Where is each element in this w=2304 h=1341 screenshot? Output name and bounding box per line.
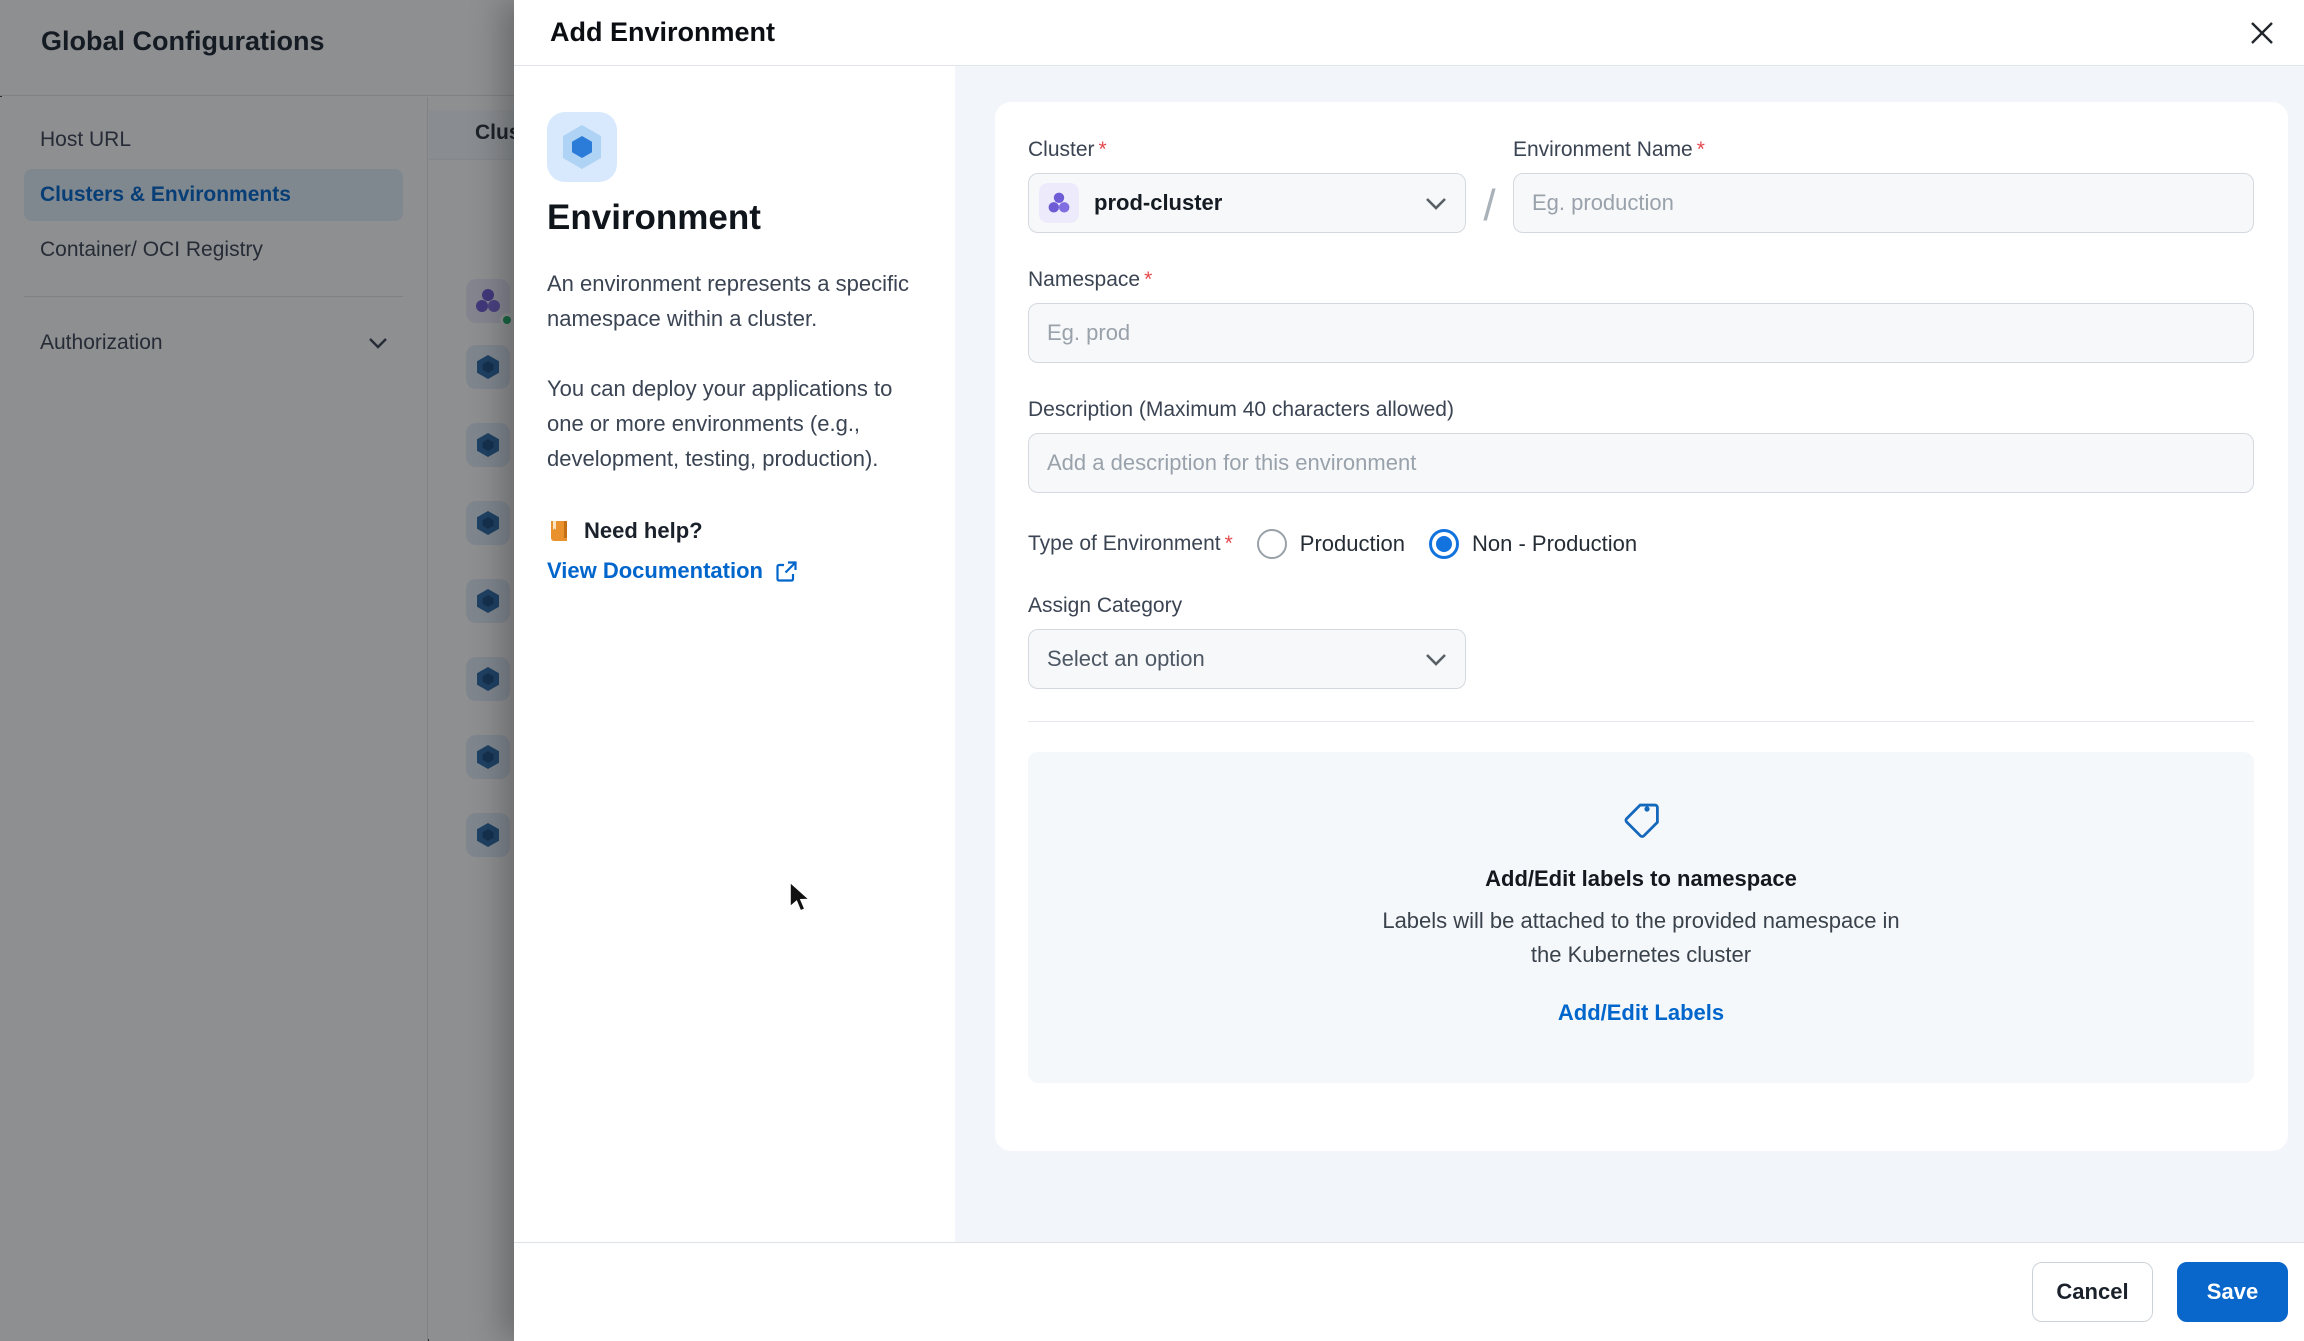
close-icon [2248, 19, 2276, 47]
labels-box-title: Add/Edit labels to namespace [1485, 866, 1797, 892]
need-help-row: Need help? [547, 518, 917, 544]
description-input[interactable] [1028, 433, 2254, 493]
cancel-button[interactable]: Cancel [2032, 1262, 2153, 1322]
namespace-input[interactable] [1028, 303, 2254, 363]
namespace-field: Namespace* [1028, 268, 2254, 363]
environment-icon-tile [547, 112, 617, 182]
assign-category-field: Assign Category Select an option [1028, 594, 2254, 689]
cluster-icon [1039, 183, 1079, 223]
modal-footer: Cancel Save [514, 1242, 2304, 1341]
cluster-select-value: prod-cluster [1094, 190, 1425, 216]
assign-category-value: Select an option [1039, 646, 1425, 672]
chevron-down-icon [1425, 653, 1447, 666]
radio-non-production-label: Non - Production [1472, 531, 1637, 557]
view-documentation-link[interactable]: View Documentation [547, 558, 917, 584]
chevron-down-icon [1425, 197, 1447, 210]
radio-production[interactable]: Production [1257, 529, 1405, 559]
modal-body: Environment An environment represents a … [514, 66, 2304, 1242]
modal-title: Add Environment [550, 17, 2244, 48]
radio-circle-checked [1429, 529, 1459, 559]
modal-header: Add Environment [514, 0, 2304, 66]
environment-name-input[interactable] [1513, 173, 2254, 233]
book-icon [547, 518, 573, 544]
required-asterisk: * [1144, 268, 1152, 291]
add-edit-labels-link[interactable]: Add/Edit Labels [1558, 1000, 1724, 1026]
environment-icon [556, 121, 608, 173]
tag-icon [1618, 796, 1664, 842]
form-panel: Cluster* prod-clust [955, 66, 2304, 1242]
namespace-label: Namespace* [1028, 268, 2254, 292]
cluster-label: Cluster* [1028, 138, 1466, 162]
cluster-environment-row: Cluster* prod-clust [1028, 138, 2254, 233]
required-asterisk: * [1099, 138, 1107, 161]
cluster-select[interactable]: prod-cluster [1028, 173, 1466, 233]
radio-production-label: Production [1300, 531, 1405, 557]
view-documentation-label: View Documentation [547, 558, 763, 584]
info-panel-title: Environment [547, 198, 917, 238]
type-of-environment-label: Type of Environment* [1028, 532, 1233, 556]
save-button[interactable]: Save [2177, 1262, 2288, 1322]
add-environment-modal: Add Environment Environment An environ [514, 0, 2304, 1341]
assign-category-label: Assign Category [1028, 594, 2254, 618]
cluster-env-separator: / [1466, 138, 1513, 233]
form-divider [1028, 721, 2254, 722]
environment-form-card: Cluster* prod-clust [995, 102, 2288, 1151]
assign-category-select[interactable]: Select an option [1028, 629, 1466, 689]
required-asterisk: * [1697, 138, 1705, 161]
namespace-labels-box: Add/Edit labels to namespace Labels will… [1028, 752, 2254, 1083]
environment-name-label: Environment Name* [1513, 138, 2254, 162]
info-description-2: You can deploy your applications to one … [547, 371, 909, 476]
required-asterisk: * [1225, 532, 1233, 555]
screen: Global Configurations Host URL Clusters … [0, 0, 2304, 1341]
radio-circle-unchecked [1257, 529, 1287, 559]
info-description-1: An environment represents a specific nam… [547, 266, 909, 336]
description-field: Description (Maximum 40 characters allow… [1028, 398, 2254, 493]
description-label: Description (Maximum 40 characters allow… [1028, 398, 2254, 422]
need-help-label: Need help? [584, 518, 703, 544]
radio-non-production[interactable]: Non - Production [1429, 529, 1637, 559]
environment-info-panel: Environment An environment represents a … [514, 66, 955, 1242]
external-link-icon [775, 560, 798, 583]
close-button[interactable] [2244, 15, 2280, 51]
labels-box-description: Labels will be attached to the provided … [1381, 904, 1901, 972]
type-of-environment-row: Type of Environment* Production Non - Pr… [1028, 529, 2254, 559]
